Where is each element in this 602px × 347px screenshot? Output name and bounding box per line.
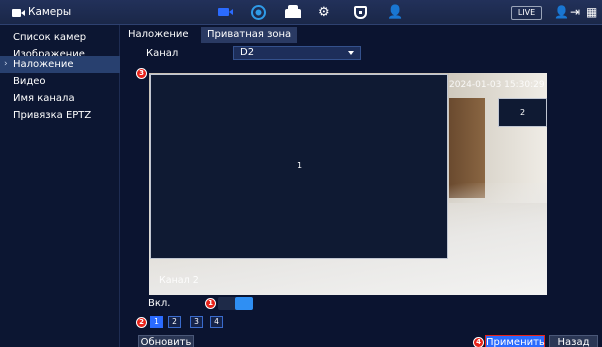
annotation-badge-2: 2 xyxy=(136,317,147,328)
privacy-mask-2[interactable]: 2 xyxy=(498,98,547,127)
enable-toggle[interactable] xyxy=(218,297,253,310)
refresh-button[interactable]: Обновить xyxy=(138,335,194,347)
sidebar-item-label: Список камер xyxy=(13,32,87,43)
region-button-3[interactable]: 3 xyxy=(190,316,203,328)
privacy-mask-1[interactable]: 1 xyxy=(150,74,448,259)
sidebar-item-camera-list[interactable]: Список камер xyxy=(0,29,120,46)
sidebar-item-label: Видео xyxy=(13,76,46,87)
annotation-badge-1: 1 xyxy=(205,298,216,309)
apply-button[interactable]: Применить xyxy=(485,335,545,347)
video-icon[interactable] xyxy=(218,6,234,19)
user-settings-icon[interactable]: 👤 xyxy=(387,6,403,19)
network-icon[interactable] xyxy=(251,5,266,20)
logout-icon[interactable]: ⇥ xyxy=(570,6,580,19)
chevron-right-icon: › xyxy=(4,59,8,69)
timestamp-osd: 2024-01-03 15:30:29 xyxy=(449,80,545,90)
tab-privacy-zone[interactable]: Приватная зона xyxy=(201,27,298,43)
sidebar-item-channel-name[interactable]: Имя канала xyxy=(0,90,120,107)
sidebar-item-overlay[interactable]: › Наложение xyxy=(0,56,120,73)
toggle-knob xyxy=(235,297,253,310)
sidebar: Список камер Изображение › Наложение Вид… xyxy=(0,25,120,347)
live-button[interactable]: LIVE xyxy=(511,6,542,20)
region-button-4[interactable]: 4 xyxy=(210,316,223,328)
annotation-badge-4: 4 xyxy=(473,337,484,347)
channel-select[interactable]: D2 xyxy=(233,46,361,60)
tab-overlay[interactable]: Наложение xyxy=(122,27,195,43)
user-icon[interactable]: 👤 xyxy=(554,6,569,19)
app-title: Камеры xyxy=(28,6,72,18)
chevron-down-icon xyxy=(348,51,354,55)
annotation-badge-3: 3 xyxy=(136,68,147,79)
grid-icon[interactable]: ▦ xyxy=(586,6,597,19)
back-button[interactable]: Назад xyxy=(549,335,598,347)
region-button-2[interactable]: 2 xyxy=(168,316,181,328)
sidebar-item-label: Имя канала xyxy=(13,93,75,104)
channel-select-value: D2 xyxy=(240,47,255,58)
channel-name-osd: Канал 2 xyxy=(159,275,199,286)
storage-icon[interactable] xyxy=(285,5,301,18)
sidebar-item-video[interactable]: Видео xyxy=(0,73,120,90)
channel-label: Канал xyxy=(146,48,179,59)
region-button-1[interactable]: 1 xyxy=(150,316,163,328)
settings-icon[interactable]: ⚙ xyxy=(318,6,334,19)
camera-icon xyxy=(12,9,25,17)
sidebar-item-label: Наложение xyxy=(13,59,74,70)
sidebar-item-eptz-link[interactable]: Привязка EPTZ xyxy=(0,107,120,124)
shield-icon[interactable] xyxy=(354,6,367,19)
enable-label: Вкл. xyxy=(148,298,171,309)
top-bar: Камеры ⚙ 👤 LIVE 👤 ⇥ ▦ xyxy=(0,0,602,25)
mask-label: 2 xyxy=(520,108,526,117)
mask-label: 1 xyxy=(297,161,303,170)
sidebar-item-label: Привязка EPTZ xyxy=(13,110,92,121)
main-panel: Наложение Приватная зона Канал D2 3 2024… xyxy=(121,25,602,347)
